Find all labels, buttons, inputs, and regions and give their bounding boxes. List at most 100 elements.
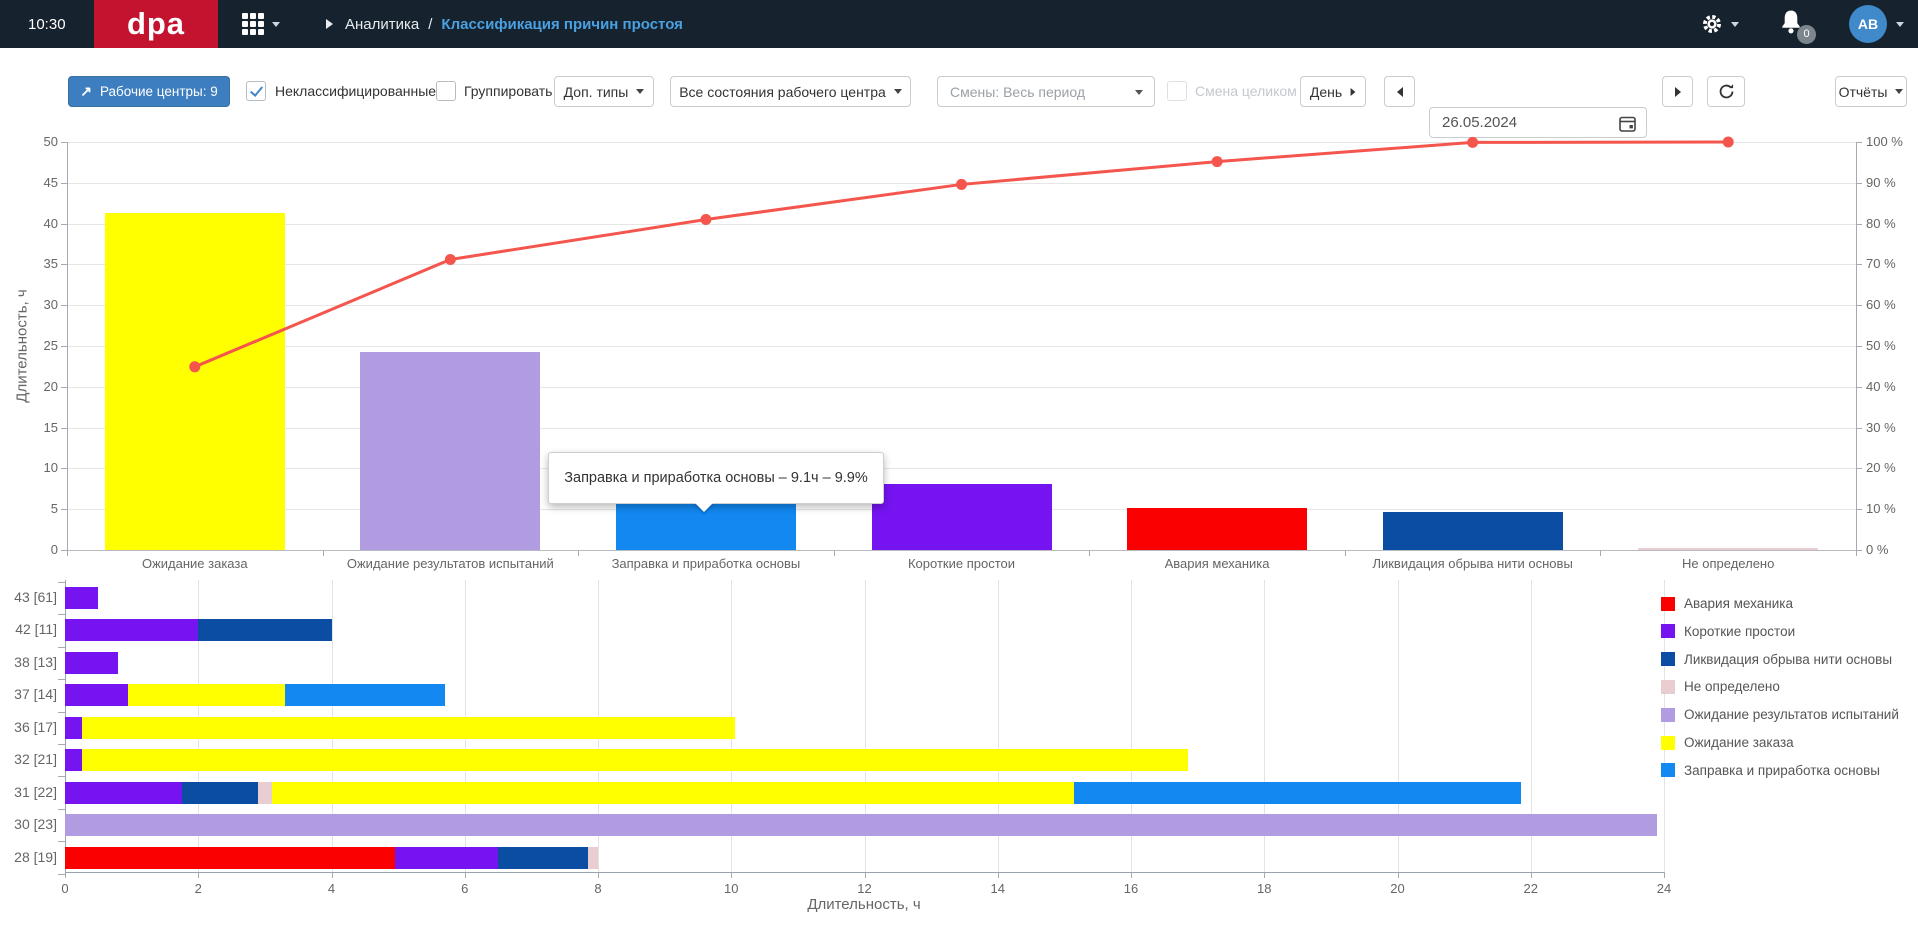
pareto-gridline [67,468,1856,469]
stacked-bar-segment[interactable] [82,749,1188,771]
pareto-bar[interactable] [1638,548,1818,550]
tooltip-text: Заправка и приработка основы – 9.1ч – 9.… [564,470,868,486]
pareto-category-label: Заправка и приработка основы [578,556,834,571]
pareto-category-label: Не определено [1600,556,1856,571]
legend-label: Ожидание заказа [1684,735,1794,750]
pareto-line-point[interactable] [956,179,967,190]
pareto-bar[interactable] [360,352,540,550]
pareto-bar[interactable] [1127,508,1307,550]
pareto-y2-tick-label: 60 % [1866,297,1896,312]
legend-swatch [1661,736,1675,750]
stacked-bottom-axis [65,872,1664,873]
pareto-y-tick-label: 30 [18,297,58,312]
stacked-bar-segment[interactable] [82,717,735,739]
stacked-row-tick [58,776,65,777]
stacked-x-tick-label: 14 [983,881,1013,896]
stacked-bar-segment[interactable] [65,847,395,869]
pareto-gridline [67,183,1856,184]
stacked-x-tick [1664,872,1665,878]
legend-item[interactable]: Не определено [1661,679,1780,694]
legend-label: Ликвидация обрыва нити основы [1684,652,1892,667]
pareto-y-tick-label: 15 [18,420,58,435]
stacked-row-label: 43 [61] [3,589,57,605]
stacked-row-tick [58,744,65,745]
tooltip-caret [695,503,713,512]
pareto-bar[interactable] [1383,512,1563,550]
pareto-y-tick-label: 35 [18,256,58,271]
stacked-bar-segment[interactable] [65,684,128,706]
stacked-row-tick [58,582,65,583]
pareto-line-point[interactable] [445,254,456,265]
stacked-x-tick-label: 16 [1116,881,1146,896]
pareto-y-tick-label: 50 [18,134,58,149]
stacked-bar-segment[interactable] [65,619,198,641]
stacked-x-tick-label: 10 [716,881,746,896]
pareto-line-point[interactable] [1212,156,1223,167]
legend-swatch [1661,680,1675,694]
pareto-bar[interactable] [105,213,285,550]
pareto-bar[interactable] [872,484,1052,550]
pareto-y2-tick-label: 80 % [1866,216,1896,231]
stacked-bar-segment[interactable] [258,782,271,804]
legend-label: Короткие простои [1684,624,1795,639]
pareto-y2-tick-label: 90 % [1866,175,1896,190]
pareto-category-label: Ликвидация обрыва нити основы [1345,556,1601,571]
stacked-row-label: 31 [22] [3,784,57,800]
legend-swatch [1661,624,1675,638]
stacked-bar-segment[interactable] [285,684,445,706]
pareto-category-label: Ожидание результатов испытаний [323,556,579,571]
stacked-bar-segment[interactable] [65,652,118,674]
legend-item[interactable]: Ликвидация обрыва нити основы [1661,652,1892,667]
stacked-row-tick [58,809,65,810]
stacked-bar-segment[interactable] [588,847,598,869]
stacked-bar-segment[interactable] [65,587,98,609]
stacked-row-tick [58,614,65,615]
stacked-bar-segment[interactable] [65,782,182,804]
stacked-bar-segment[interactable] [182,782,259,804]
stacked-x-tick-label: 4 [317,881,347,896]
stacked-row-tick [58,647,65,648]
stacked-x-tick-label: 20 [1383,881,1413,896]
pareto-gridline [67,305,1856,306]
pareto-y2-tick-label: 20 % [1866,460,1896,475]
stacked-x-tick-label: 22 [1516,881,1546,896]
pareto-category-label: Ожидание заказа [67,556,323,571]
stacked-bar-segment[interactable] [128,684,285,706]
legend-swatch [1661,763,1675,777]
legend-label: Авария механика [1684,596,1793,611]
stacked-row-label: 42 [11] [3,621,57,637]
pareto-gridline [67,428,1856,429]
stacked-row-label: 30 [23] [3,816,57,832]
stacked-bar-segment[interactable] [65,814,1657,836]
stacked-row-tick [58,679,65,680]
pareto-y-tick-label: 0 [18,542,58,557]
stacked-bar-segment[interactable] [498,847,588,869]
pareto-gridline [67,224,1856,225]
pareto-y2-tick-label: 40 % [1866,379,1896,394]
stacked-bar-segment[interactable] [272,782,1075,804]
stacked-x-tick-label: 6 [450,881,480,896]
pareto-y-tick-label: 40 [18,216,58,231]
legend-item[interactable]: Ожидание заказа [1661,735,1794,750]
legend-item[interactable]: Ожидание результатов испытаний [1661,707,1899,722]
pareto-y-tick-label: 25 [18,338,58,353]
legend-item[interactable]: Короткие простои [1661,624,1795,639]
pareto-y2-tick-label: 50 % [1866,338,1896,353]
pareto-left-axis [67,142,68,556]
stacked-bar-segment[interactable] [395,847,498,869]
stacked-x-tick-label: 2 [183,881,213,896]
stacked-bar-segment[interactable] [1074,782,1520,804]
pareto-y-tick-label: 45 [18,175,58,190]
stacked-bar-segment[interactable] [198,619,331,641]
stacked-x-tick-label: 8 [583,881,613,896]
legend-label: Не определено [1684,679,1780,694]
pareto-category-label: Авария механика [1089,556,1345,571]
legend-item[interactable]: Заправка и приработка основы [1661,763,1880,778]
legend-item[interactable]: Авария механика [1661,596,1793,611]
stacked-row-tick [58,874,65,875]
stacked-bar-segment[interactable] [65,717,82,739]
stacked-bar-segment[interactable] [65,749,82,771]
stacked-row-label: 37 [14] [3,686,57,702]
pareto-y-tick-label: 10 [18,460,58,475]
stacked-row-label: 32 [21] [3,751,57,767]
